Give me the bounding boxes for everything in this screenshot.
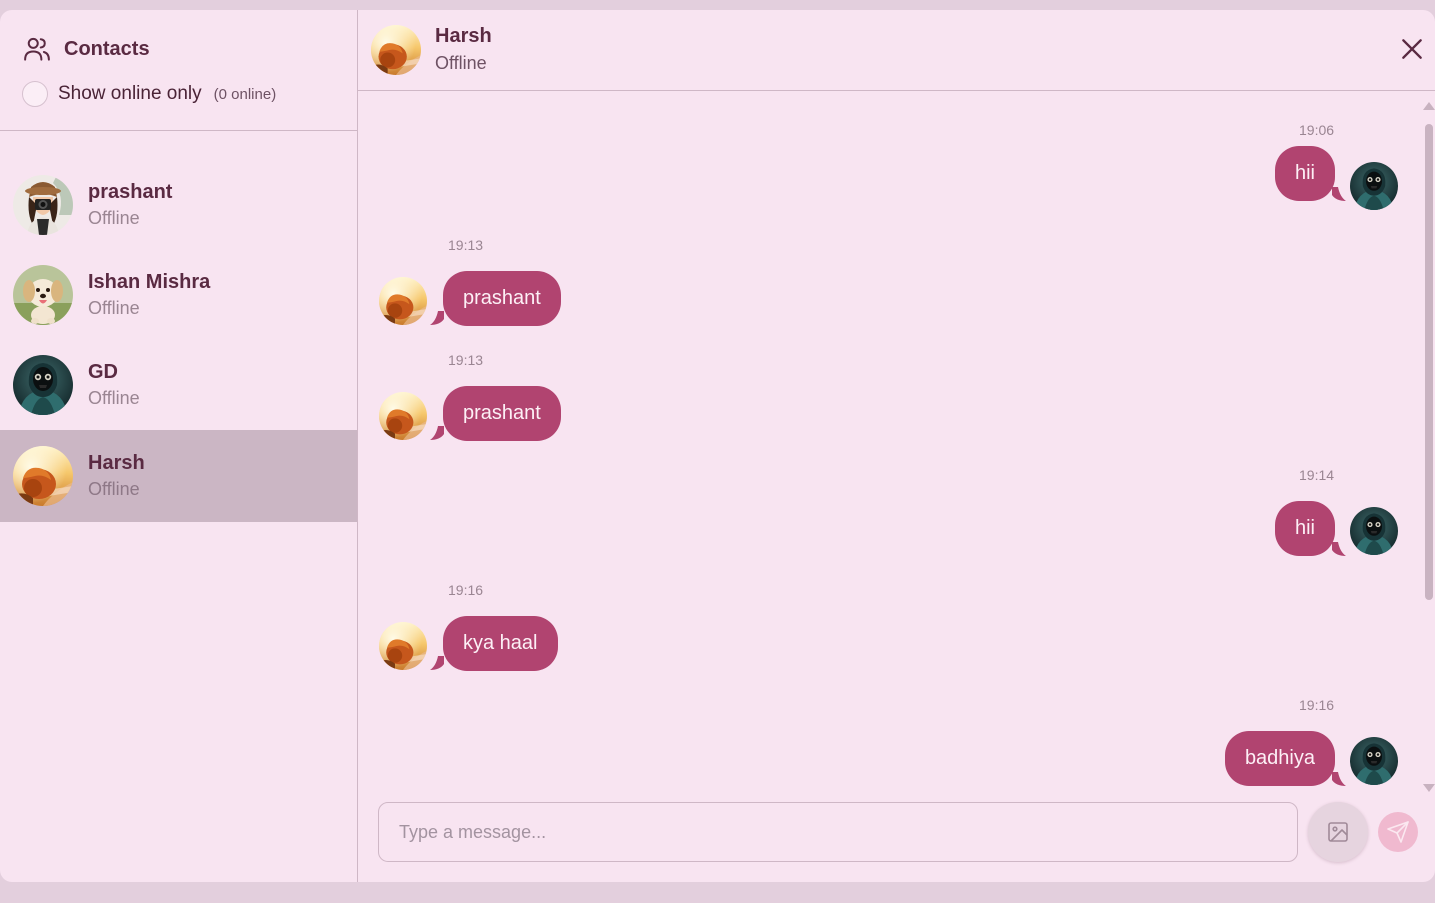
camera-girl-avatar [13, 175, 73, 235]
contact-item-prashant[interactable]: prashant Offline [0, 160, 357, 250]
send-button[interactable] [1378, 812, 1418, 852]
online-filter[interactable]: Show online only (0 online) [22, 81, 335, 107]
contacts-heading: Contacts [22, 34, 335, 64]
contact-name: prashant [88, 181, 173, 203]
my-avatar [1350, 737, 1398, 785]
contact-name: Harsh [88, 452, 145, 474]
contact-list: prashant Offline Ishan Mishra Offline GD… [0, 131, 357, 522]
bubble-tail [1332, 772, 1346, 786]
puppy-avatar [13, 265, 73, 325]
chat-partner-name: Harsh [435, 25, 492, 47]
contact-name: GD [88, 361, 118, 383]
contact-item-harsh[interactable]: Harsh Offline [0, 430, 357, 522]
users-icon [24, 37, 50, 61]
contact-status: Offline [88, 208, 140, 228]
chat-partner-avatar [371, 25, 421, 75]
chat-header: Harsh Offline [358, 10, 1435, 91]
contact-item-gd[interactable]: GD Offline [0, 340, 357, 430]
contact-status: Offline [88, 298, 140, 318]
message-time: 19:16 [1299, 697, 1335, 713]
contacts-sidebar: Contacts Show online only (0 online) pra… [0, 10, 358, 882]
online-count: (0 online) [213, 85, 277, 103]
send-icon [1387, 821, 1409, 843]
contact-item-ishan-mishra[interactable]: Ishan Mishra Offline [0, 250, 357, 340]
image-icon [1328, 822, 1348, 842]
message-outgoing: 19:16 badhiya [358, 91, 1435, 791]
contacts-title: Contacts [64, 37, 150, 60]
scroll-up-arrow[interactable] [1423, 102, 1435, 110]
close-icon[interactable] [1399, 36, 1425, 62]
online-only-label: Show online only [58, 83, 202, 104]
sidebar-header: Contacts Show online only (0 online) [0, 10, 357, 131]
message-list: 19:06 hii 19:13 prashant 19:13 prashant [358, 91, 1435, 791]
chat-app: Contacts Show online only (0 online) pra… [0, 10, 1435, 882]
online-only-toggle[interactable] [22, 81, 48, 107]
contact-name: Ishan Mishra [88, 271, 211, 293]
sunset-dog-avatar [13, 446, 73, 506]
contact-status: Offline [88, 479, 140, 499]
scroll-thumb[interactable] [1425, 124, 1433, 600]
scroll-down-arrow[interactable] [1423, 784, 1435, 792]
message-input[interactable] [378, 802, 1298, 862]
masked-figure-avatar [13, 355, 73, 415]
message-bubble: badhiya [1224, 731, 1335, 786]
message-scrollbar[interactable] [1423, 102, 1435, 792]
chat-partner-status: Offline [435, 53, 487, 73]
attach-image-button[interactable] [1308, 802, 1368, 862]
contact-status: Offline [88, 388, 140, 408]
chat-panel: Harsh Offline 19:06 hii 19:13 prashant 1… [358, 10, 1435, 882]
message-composer [378, 802, 1435, 862]
